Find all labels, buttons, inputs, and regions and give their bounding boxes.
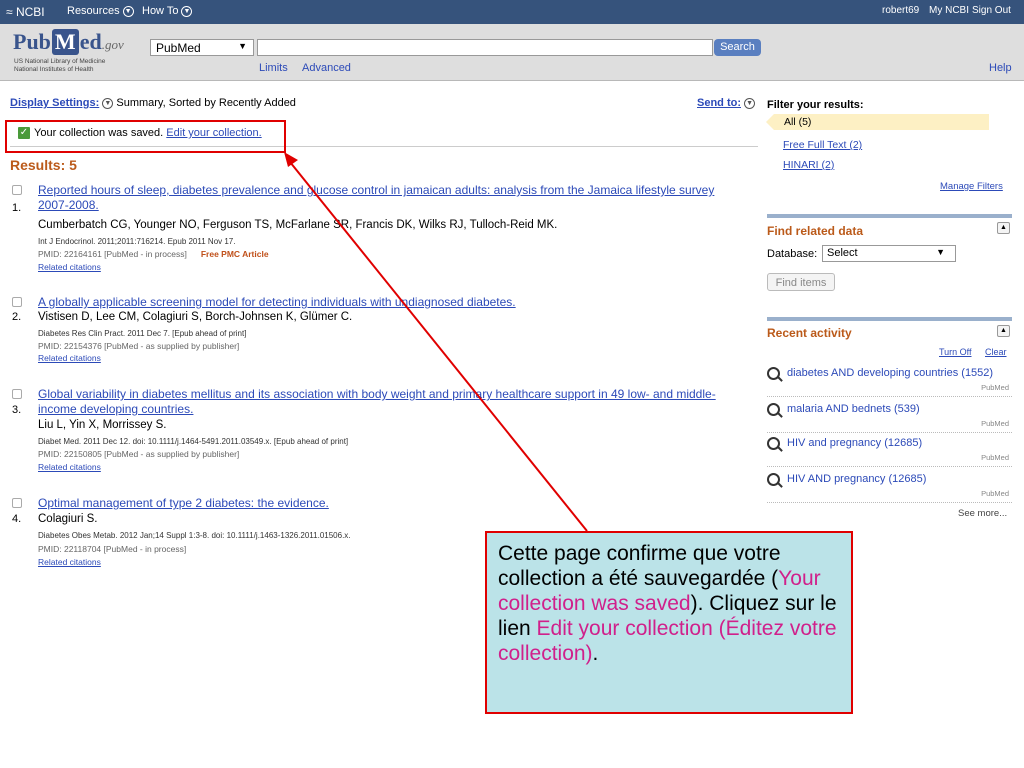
find-items-button[interactable]: Find items — [767, 273, 835, 291]
display-settings[interactable]: Display Settings: ▼ Summary, Sorted by R… — [10, 97, 296, 109]
manage-filters-link[interactable]: Manage Filters — [940, 181, 1003, 192]
result-title-link[interactable]: Reported hours of sleep, diabetes preval… — [38, 183, 748, 213]
database-select[interactable]: Select ▼ — [822, 245, 956, 262]
related-citations-link[interactable]: Related citations — [38, 557, 101, 567]
result-checkbox[interactable] — [12, 389, 22, 399]
recent-activity-item[interactable]: diabetes AND developing countries (1552)… — [767, 366, 1012, 397]
dropdown-arrow-icon: ▼ — [936, 247, 945, 257]
resources-menu[interactable]: Resources ▼ — [67, 5, 134, 17]
result-journal: Int J Endocrinol. 2011;2011:716214. Epub… — [38, 237, 236, 246]
result-pmid: PMID: 22150805 [PubMed - as supplied by … — [38, 449, 240, 459]
annotation-callout: Cette page confirme que votre collection… — [485, 531, 853, 714]
annotation-highlight-box — [5, 120, 286, 153]
result-journal: Diabetes Res Clin Pract. 2011 Dec 7. [Ep… — [38, 329, 247, 338]
result-item: 1. Reported hours of sleep, diabetes pre… — [10, 183, 750, 273]
limits-link[interactable]: Limits — [259, 62, 288, 74]
ncbi-top-bar: ≈ NCBI Resources ▼ How To ▼ robert69 My NC… — [0, 0, 1024, 24]
chevron-down-icon[interactable]: ▼ — [102, 97, 114, 109]
howto-menu[interactable]: How To ▼ — [142, 5, 193, 17]
result-pmid: PMID: 22118704 [PubMed - in process] — [38, 544, 187, 554]
sign-out-link[interactable]: Sign Out — [972, 5, 1011, 16]
dropdown-arrow-icon: ▼ — [238, 41, 247, 51]
library-line2: National Institutes of Health — [14, 66, 94, 73]
advanced-link[interactable]: Advanced — [302, 62, 351, 74]
result-item: 3. Global variability in diabetes mellit… — [10, 387, 750, 477]
results-count: Results: 5 — [10, 157, 77, 173]
library-line1: US National Library of Medicine — [14, 58, 106, 65]
chevron-down-icon: ▼ — [181, 5, 193, 17]
section-divider — [767, 317, 1012, 321]
result-authors: Liu L, Yin X, Morrissey S. — [38, 419, 167, 431]
database-label: Database: — [767, 248, 818, 260]
result-title-link[interactable]: Optimal management of type 2 diabetes: t… — [38, 496, 748, 511]
my-ncbi-link[interactable]: My NCBI — [929, 5, 969, 16]
recent-activity-item[interactable]: malaria AND bednets (539) PubMed — [767, 402, 1012, 433]
filter-title: Filter your results: — [767, 99, 864, 111]
result-authors: Vistisen D, Lee CM, Colagiuri S, Borch-J… — [38, 311, 353, 323]
ncbi-logo[interactable]: ≈ NCBI — [6, 5, 45, 19]
database-dropdown[interactable]: PubMed ▼ — [150, 39, 254, 56]
result-title-link[interactable]: A globally applicable screening model fo… — [38, 295, 748, 310]
username-link[interactable]: robert69 — [882, 5, 919, 16]
help-link[interactable]: Help — [989, 62, 1012, 74]
clear-link[interactable]: Clear — [985, 347, 1007, 357]
search-icon — [767, 437, 780, 450]
result-title-link[interactable]: Global variability in diabetes mellitus … — [38, 387, 748, 417]
send-to-menu[interactable]: Send to: ▼ — [697, 97, 756, 109]
result-journal: Diabet Med. 2011 Dec 12. doi: 10.1111/j.… — [38, 437, 349, 446]
result-journal: Diabetes Obes Metab. 2012 Jan;14 Suppl 1… — [38, 531, 351, 540]
recent-activity-item[interactable]: HIV AND pregnancy (12685) PubMed — [767, 472, 1012, 503]
chevron-down-icon: ▼ — [122, 5, 134, 17]
recent-activity-item[interactable]: HIV and pregnancy (12685) PubMed — [767, 436, 1012, 467]
result-checkbox[interactable] — [12, 498, 22, 508]
chevron-down-icon[interactable]: ▼ — [744, 97, 756, 109]
collapse-icon[interactable]: ▲ — [997, 222, 1010, 234]
free-pmc-article-link[interactable]: Free PMC Article — [201, 249, 269, 259]
pubmed-logo[interactable]: Pub Med.gov — [13, 29, 124, 55]
filter-hinari[interactable]: HINARI (2) — [783, 159, 834, 171]
result-number: 4. — [12, 513, 22, 525]
result-checkbox[interactable] — [12, 185, 22, 195]
search-input[interactable] — [257, 39, 713, 56]
result-authors: Colagiuri S. — [38, 513, 98, 525]
search-button[interactable]: Search — [714, 39, 761, 56]
section-divider — [767, 214, 1012, 218]
pubmed-header: Pub Med.gov US National Library of Medici… — [0, 24, 1024, 81]
result-number: 1. — [12, 202, 22, 214]
turn-off-link[interactable]: Turn Off — [939, 347, 972, 357]
result-pmid: PMID: 22154376 [PubMed - as supplied by … — [38, 341, 240, 351]
result-number: 2. — [12, 311, 22, 323]
related-citations-link[interactable]: Related citations — [38, 353, 101, 363]
result-authors: Cumberbatch CG, Younger NO, Ferguson TS,… — [38, 219, 558, 231]
result-pmid: PMID: 22164161 [PubMed - in process] Free… — [38, 249, 269, 259]
related-citations-link[interactable]: Related citations — [38, 462, 101, 472]
result-checkbox[interactable] — [12, 297, 22, 307]
ncbi-helix-icon: ≈ — [6, 5, 13, 19]
search-icon — [767, 367, 780, 380]
recent-activity-title: Recent activity — [767, 326, 852, 340]
related-citations-link[interactable]: Related citations — [38, 262, 101, 272]
filter-free-full-text[interactable]: Free Full Text (2) — [783, 139, 862, 151]
see-more-link[interactable]: See more... — [958, 508, 1007, 519]
search-icon — [767, 403, 780, 416]
result-item: 2. A globally applicable screening model… — [10, 295, 750, 370]
collapse-icon[interactable]: ▲ — [997, 325, 1010, 337]
find-related-title: Find related data — [767, 224, 864, 238]
filter-all[interactable]: All (5) — [766, 114, 989, 130]
result-number: 3. — [12, 404, 22, 416]
search-icon — [767, 473, 780, 486]
